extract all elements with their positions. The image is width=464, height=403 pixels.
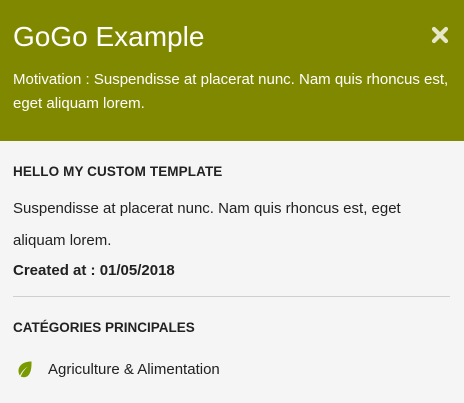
categories-heading: CATÉGORIES PRINCIPALES [13, 320, 195, 335]
template-heading: HELLO MY CUSTOM TEMPLATE [13, 164, 223, 179]
popup-header: GoGo Example Motivation : Suspendisse at… [0, 0, 464, 141]
page-title: GoGo Example [13, 21, 205, 52]
popup-body: HELLO MY CUSTOM TEMPLATE Suspendisse at … [0, 141, 464, 379]
created-date: Created at : 01/05/2018 [13, 262, 175, 279]
category-label: Agriculture & Alimentation [48, 360, 220, 378]
leaf-icon [18, 361, 32, 378]
close-icon[interactable] [431, 26, 449, 44]
motivation-text: Motivation : Suspendisse at placerat nun… [13, 71, 449, 112]
template-description: Suspendisse at placerat nunc. Nam quis r… [13, 200, 401, 249]
category-item[interactable]: Agriculture & Alimentation [13, 359, 450, 379]
